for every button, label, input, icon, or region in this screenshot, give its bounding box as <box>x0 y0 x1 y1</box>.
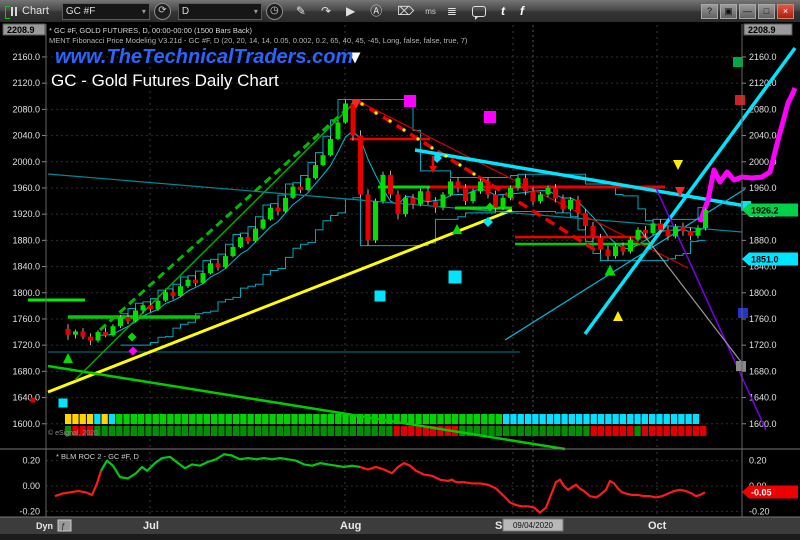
svg-text:1840.0: 1840.0 <box>12 262 40 272</box>
curve-tool-button[interactable]: ↷ <box>315 1 337 21</box>
svg-text:1800.0: 1800.0 <box>749 288 777 298</box>
support-price-badge: 1851.0 <box>742 252 798 266</box>
svg-text:2160.0: 2160.0 <box>749 52 777 62</box>
svg-text:09/04/2020: 09/04/2020 <box>513 521 554 530</box>
oscillator-value-badge: -0.05 <box>742 485 798 499</box>
svg-text:2208.9: 2208.9 <box>748 25 776 35</box>
website-link[interactable]: www.TheTechnicalTraders.com <box>55 46 353 69</box>
svg-text:1680.0: 1680.0 <box>749 366 777 376</box>
ms-label: ms <box>425 6 436 16</box>
svg-text:1680.0: 1680.0 <box>12 366 40 376</box>
title-bar: Chart GC #F ▾ ⟳ D ▾ ◷ ✎ ↷ ▶ Ⓐ ⌦ ms ≣ t f ? ▣ — □ × <box>0 0 800 22</box>
svg-text:-0.05: -0.05 <box>751 488 772 498</box>
oscillator-label: * BLM ROC 2 - GC #F, D <box>56 452 139 461</box>
svg-text:Dyn: Dyn <box>36 521 53 531</box>
red-dot-marker <box>30 397 36 403</box>
chart-window: Chart GC #F ▾ ⟳ D ▾ ◷ ✎ ↷ ▶ Ⓐ ⌦ ms ≣ t f ? ▣ — □ × 2160.0 2… <box>0 0 800 540</box>
svg-text:2120.0: 2120.0 <box>12 78 40 88</box>
x-axis-strip <box>0 517 800 534</box>
magenta-square-marker <box>484 111 496 123</box>
chart-title: GC - Gold Futures Daily Chart <box>51 71 279 90</box>
svg-text:1760.0: 1760.0 <box>12 314 40 324</box>
axis-gray-square <box>736 361 746 371</box>
month-label: Aug <box>340 520 361 532</box>
interval-combo[interactable]: D ▾ <box>177 2 262 20</box>
chart-app-icon <box>5 5 17 19</box>
restore-button[interactable]: ▣ <box>720 3 737 19</box>
svg-text:2040.0: 2040.0 <box>12 131 40 141</box>
last-price-badge: 1926.2 <box>742 203 798 217</box>
close-button[interactable]: × <box>777 3 794 19</box>
axis-blue-square <box>738 308 748 318</box>
help-button[interactable]: ? <box>701 3 718 19</box>
month-label: Oct <box>648 520 667 532</box>
toolbar: GC #F ▾ ⟳ D ▾ ◷ ✎ ↷ ▶ Ⓐ ⌦ ms ≣ t f <box>61 1 530 21</box>
interval-clock-button[interactable]: ◷ <box>265 2 283 20</box>
draw-pencil-button[interactable]: ✎ <box>290 1 312 21</box>
copyright-notice: © eSignal, 2020 <box>48 430 98 437</box>
selected-date-box: 09/04/2020 <box>502 518 564 532</box>
cyan-square-marker <box>58 398 68 408</box>
svg-text:1720.0: 1720.0 <box>12 340 40 350</box>
symbol-reload-button[interactable]: ⟳ <box>153 2 171 20</box>
svg-text:2208.9: 2208.9 <box>7 25 35 35</box>
svg-text:1880.0: 1880.0 <box>12 235 40 245</box>
svg-text:1926.2: 1926.2 <box>751 206 779 216</box>
twitter-button[interactable]: t <box>495 4 511 18</box>
svg-text:1600.0: 1600.0 <box>12 419 40 429</box>
market-depth-button[interactable]: ≣ <box>441 1 463 21</box>
cyan-square-marker <box>374 290 386 302</box>
svg-text:1640.0: 1640.0 <box>12 393 40 403</box>
svg-text:1851.0: 1851.0 <box>751 255 779 265</box>
window-title: Chart <box>22 5 49 17</box>
minimize-button[interactable]: — <box>739 3 756 19</box>
svg-text:1960.0: 1960.0 <box>12 183 40 193</box>
chat-button[interactable] <box>471 5 486 20</box>
symbol-combo[interactable]: GC #F ▾ <box>61 2 150 20</box>
svg-text:-0.20: -0.20 <box>749 506 770 516</box>
facebook-button[interactable]: f <box>514 4 530 18</box>
svg-text:ƒ: ƒ <box>61 522 65 531</box>
svg-text:1960.0: 1960.0 <box>749 183 777 193</box>
svg-text:2000.0: 2000.0 <box>12 157 40 167</box>
svg-text:1800.0: 1800.0 <box>12 288 40 298</box>
window-buttons: ? ▣ — □ × <box>701 3 800 19</box>
svg-text:0.20: 0.20 <box>749 456 767 466</box>
svg-text:-0.20: -0.20 <box>19 506 40 516</box>
svg-text:1880.0: 1880.0 <box>749 235 777 245</box>
month-label: Jul <box>143 520 159 532</box>
top-price-badge-left: 2208.9 <box>2 23 46 36</box>
svg-text:2040.0: 2040.0 <box>749 131 777 141</box>
magenta-square-marker <box>404 95 416 107</box>
annotation-button[interactable]: Ⓐ <box>364 1 388 21</box>
axis-red-square <box>735 95 745 105</box>
play-button[interactable]: ▶ <box>340 1 361 21</box>
top-price-badge-right: 2208.9 <box>743 23 793 36</box>
cyan-square-marker <box>448 270 462 284</box>
maximize-button[interactable]: □ <box>758 3 775 19</box>
svg-text:1760.0: 1760.0 <box>749 314 777 324</box>
eraser-button[interactable]: ⌦ <box>391 1 420 21</box>
symbol-info-line: * GC #F, GOLD FUTURES, D, 00:00-00:00 (1… <box>49 26 252 35</box>
svg-text:0.00: 0.00 <box>22 481 40 491</box>
svg-text:1920.0: 1920.0 <box>12 209 40 219</box>
svg-text:0.20: 0.20 <box>22 456 40 466</box>
indicator-info-line: MENT Fibonacci Price Modeling V3.21d - G… <box>49 36 468 45</box>
svg-text:1720.0: 1720.0 <box>749 340 777 350</box>
svg-text:2080.0: 2080.0 <box>12 104 40 114</box>
svg-text:2160.0: 2160.0 <box>12 52 40 62</box>
